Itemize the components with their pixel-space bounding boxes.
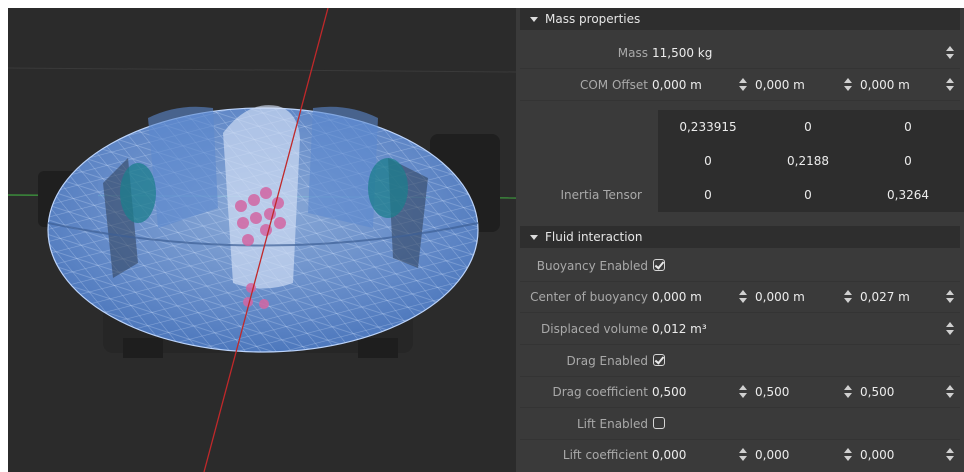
mass-properties-title: Mass properties	[545, 12, 641, 26]
center-of-buoyancy-label: Center of buoyancy	[530, 290, 648, 304]
com-y-field[interactable]: 0,000 m	[755, 70, 805, 100]
3d-viewport[interactable]	[8, 8, 516, 472]
cob-x-spinner-icon[interactable]	[739, 290, 747, 304]
buoyancy-enabled-checkbox[interactable]	[653, 259, 665, 271]
drag-z-spinner-icon[interactable]	[946, 385, 954, 399]
mass-field[interactable]: 11,500 kg	[652, 38, 712, 68]
displaced-volume-spinner-icon[interactable]	[946, 322, 954, 336]
center-of-buoyancy-row: Center of buoyancy 0,000 m 0,000 m 0,027…	[520, 282, 960, 313]
inertia-cell[interactable]: 0	[658, 146, 758, 176]
lift-z-field[interactable]: 0,000	[860, 440, 894, 470]
lift-y-field[interactable]: 0,000	[755, 440, 789, 470]
inertia-tensor-label: Inertia Tensor	[560, 188, 642, 202]
inspector-panel: Mass properties Mass 11,500 kg COM Offse…	[516, 8, 964, 472]
buoyancy-enabled-row: Buoyancy Enabled	[520, 251, 960, 282]
displaced-volume-field[interactable]: 0,012 m³	[652, 314, 707, 344]
com-z-field[interactable]: 0,000 m	[860, 70, 910, 100]
cob-y-spinner-icon[interactable]	[844, 290, 852, 304]
grid-line	[8, 67, 516, 73]
drag-coefficient-label: Drag coefficient	[552, 385, 648, 399]
cob-y-field[interactable]: 0,000 m	[755, 282, 805, 312]
mass-spinner-icon[interactable]	[946, 46, 954, 60]
com-x-field[interactable]: 0,000 m	[652, 70, 702, 100]
com-z-spinner-icon[interactable]	[946, 78, 954, 92]
cob-z-field[interactable]: 0,027 m	[860, 282, 910, 312]
mass-properties-header[interactable]: Mass properties	[520, 8, 960, 30]
drag-z-field[interactable]: 0,500	[860, 377, 894, 407]
displaced-volume-row: Displaced volume 0,012 m³	[520, 314, 960, 345]
cob-x-field[interactable]: 0,000 m	[652, 282, 702, 312]
drag-enabled-label: Drag Enabled	[566, 354, 648, 368]
triangle-down-icon	[530, 234, 538, 240]
fluid-interaction-header[interactable]: Fluid interaction	[520, 226, 960, 248]
drag-enabled-row: Drag Enabled	[520, 346, 960, 377]
lift-coefficient-row: Lift coefficient 0,000 0,000 0,000	[520, 440, 960, 471]
com-offset-label: COM Offset	[579, 78, 648, 92]
cob-z-spinner-icon[interactable]	[946, 290, 954, 304]
drag-coefficient-row: Drag coefficient 0,500 0,500 0,500	[520, 377, 960, 408]
inertia-cell[interactable]: 0,233915	[658, 112, 758, 142]
buoyancy-enabled-label: Buoyancy Enabled	[536, 259, 648, 273]
com-y-spinner-icon[interactable]	[844, 78, 852, 92]
lift-y-spinner-icon[interactable]	[844, 448, 852, 462]
lift-coefficient-label: Lift coefficient	[562, 448, 648, 462]
drag-x-field[interactable]: 0,500	[652, 377, 686, 407]
inertia-cell[interactable]: 0	[858, 112, 958, 142]
scene-render	[8, 8, 516, 472]
inertia-cell[interactable]: 0	[858, 146, 958, 176]
com-offset-row: COM Offset 0,000 m 0,000 m 0,000 m	[520, 70, 960, 101]
inertia-cell[interactable]: 0,2188	[758, 146, 858, 176]
fluid-interaction-title: Fluid interaction	[545, 230, 643, 244]
lift-z-spinner-icon[interactable]	[946, 448, 954, 462]
com-x-spinner-icon[interactable]	[739, 78, 747, 92]
drag-x-spinner-icon[interactable]	[739, 385, 747, 399]
lift-enabled-row: Lift Enabled	[520, 409, 960, 440]
drag-enabled-checkbox[interactable]	[653, 354, 665, 366]
mass-label: Mass	[617, 46, 648, 60]
displaced-volume-label: Displaced volume	[541, 322, 648, 336]
lift-x-spinner-icon[interactable]	[739, 448, 747, 462]
drag-y-spinner-icon[interactable]	[844, 385, 852, 399]
inertia-cell[interactable]: 0	[758, 112, 858, 142]
drag-y-field[interactable]: 0,500	[755, 377, 789, 407]
lift-x-field[interactable]: 0,000	[652, 440, 686, 470]
lift-enabled-checkbox[interactable]	[653, 417, 665, 429]
mass-row: Mass 11,500 kg	[520, 38, 960, 69]
inertia-tensor-row: Inertia Tensor	[520, 180, 960, 211]
triangle-down-icon	[530, 16, 538, 22]
lift-enabled-label: Lift Enabled	[576, 417, 648, 431]
